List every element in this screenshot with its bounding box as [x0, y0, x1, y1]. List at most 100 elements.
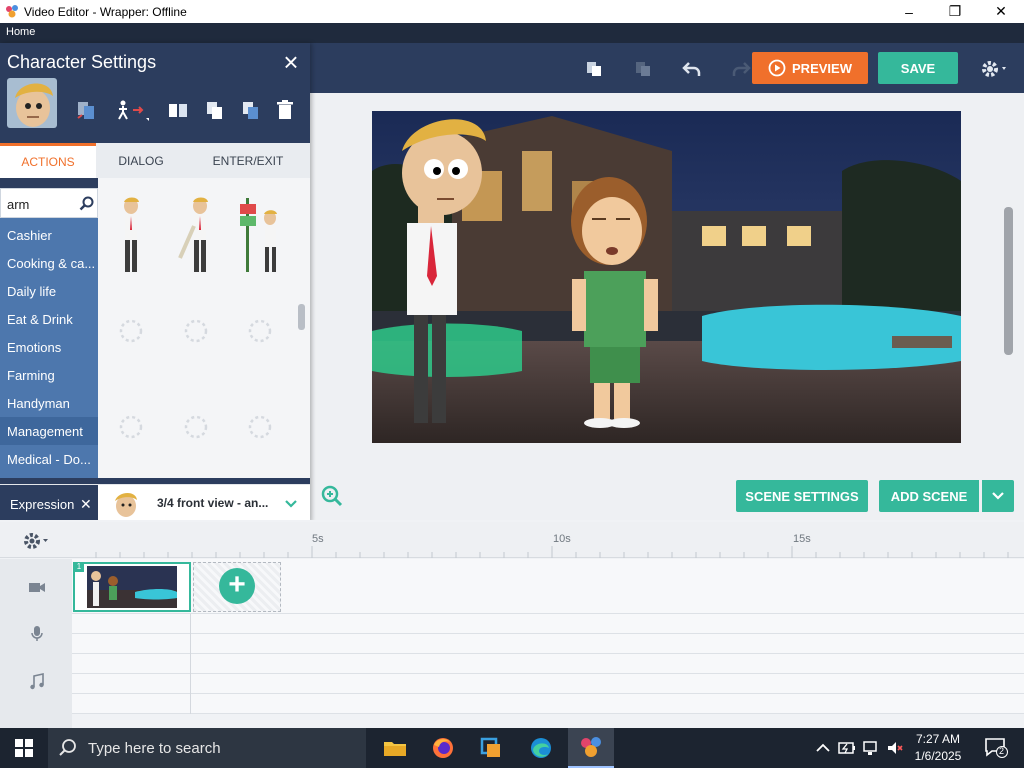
edge-browser-icon[interactable]	[518, 728, 564, 768]
tab-actions[interactable]: ACTIONS	[0, 143, 96, 178]
undo-icon[interactable]	[680, 57, 704, 81]
flip-icon[interactable]	[166, 98, 190, 122]
scene-canvas[interactable]	[372, 111, 961, 443]
action-thumb-point[interactable]	[176, 196, 216, 276]
music-note-icon	[30, 673, 44, 690]
scene-thumbnail[interactable]	[73, 562, 191, 612]
scene-thumbnail-image	[75, 564, 189, 610]
clock-time: 7:27 AM	[915, 732, 961, 746]
menu-home[interactable]: Home	[6, 26, 35, 38]
app-logo-icon	[6, 5, 18, 18]
save-button[interactable]: SAVE	[878, 52, 958, 84]
windows-logo-icon	[15, 739, 33, 757]
taskbar-clock[interactable]: 7:27 AM 1/6/2025	[908, 731, 968, 765]
stage-scrollbar[interactable]	[1004, 207, 1013, 355]
add-scene-dropdown[interactable]	[982, 480, 1014, 512]
firefox-icon[interactable]	[420, 728, 466, 768]
notification-center-icon[interactable]: 2	[984, 737, 1008, 759]
preview-label: PREVIEW	[792, 60, 852, 76]
window-titlebar: Video Editor - Wrapper: Offline – ❐ ✕	[0, 0, 1024, 23]
timeline-settings-gear-icon[interactable]	[22, 531, 50, 551]
category-item-cashier[interactable]: Cashier	[0, 221, 98, 249]
category-item-management[interactable]: Management	[0, 417, 98, 445]
chevron-down-icon[interactable]	[283, 496, 299, 512]
expression-value[interactable]: 3/4 front view - an...	[157, 496, 268, 510]
category-item-medical[interactable]: Medical - Do...	[0, 445, 98, 473]
action-thumb-stand[interactable]	[116, 196, 146, 276]
action-search-input[interactable]	[7, 195, 75, 213]
tab-enter-exit[interactable]: ENTER/EXIT	[186, 143, 310, 178]
video-editor-taskbar-icon[interactable]	[568, 728, 614, 768]
category-item-handyman[interactable]: Handyman	[0, 389, 98, 417]
category-item-eat-drink[interactable]: Eat & Drink	[0, 305, 98, 333]
search-icon[interactable]	[79, 196, 95, 212]
menu-bar: Home	[0, 23, 1024, 43]
play-circle-icon	[768, 59, 786, 77]
loading-spinner-icon	[248, 319, 272, 343]
network-icon[interactable]	[862, 739, 880, 757]
tick-label-5s: 5s	[312, 533, 324, 545]
action-grid-scrollbar[interactable]	[298, 304, 305, 330]
loading-spinner-icon	[119, 415, 143, 439]
battery-icon[interactable]	[838, 739, 856, 757]
layer-order-icon[interactable]	[239, 98, 263, 122]
panel-tabs: ACTIONS DIALOG ENTER/EXIT	[0, 143, 310, 178]
tick-label-15s: 15s	[793, 533, 811, 545]
camera-icon	[29, 583, 45, 592]
action-search-box	[0, 188, 98, 218]
scene-number-badge: 1	[74, 562, 84, 572]
category-item-daily-life[interactable]: Daily life	[0, 277, 98, 305]
search-icon	[59, 739, 76, 756]
taskbar-search-box[interactable]: Type here to search	[48, 728, 366, 768]
swap-character-icon[interactable]	[74, 98, 98, 122]
expression-face-icon	[115, 492, 137, 517]
zoom-in-icon[interactable]	[320, 484, 344, 508]
close-window-button[interactable]: ✕	[978, 0, 1024, 23]
action-grid	[98, 178, 310, 478]
start-button[interactable]	[0, 728, 48, 768]
minimize-button[interactable]: –	[886, 0, 932, 23]
loading-spinner-icon	[248, 415, 272, 439]
clock-date: 1/6/2025	[914, 749, 962, 763]
volume-muted-icon[interactable]	[886, 739, 904, 757]
category-item-cooking[interactable]: Cooking & ca...	[0, 249, 98, 277]
duplicate-icon[interactable]	[203, 98, 227, 122]
category-item-emotions[interactable]: Emotions	[0, 333, 98, 361]
delete-trash-icon[interactable]	[273, 98, 297, 122]
redo-icon[interactable]	[729, 57, 753, 81]
microphone-icon	[31, 626, 43, 641]
add-scene-button[interactable]: ADD SCENE	[879, 480, 979, 512]
character-avatar[interactable]	[7, 78, 57, 128]
notification-count: 2	[999, 746, 1005, 756]
taskbar-search-placeholder: Type here to search	[88, 739, 221, 757]
panel-close-icon[interactable]: ×	[278, 49, 304, 75]
action-thumb-sign[interactable]	[234, 196, 284, 276]
scene-background-image	[372, 111, 961, 443]
music-track[interactable]	[72, 694, 1024, 714]
timeline-ruler[interactable]	[0, 522, 1024, 558]
scene-settings-button[interactable]: SCENE SETTINGS	[736, 480, 868, 512]
chevron-up-icon[interactable]	[814, 739, 832, 757]
loading-spinner-icon	[184, 415, 208, 439]
voice-track[interactable]	[72, 634, 1024, 654]
track-divider	[190, 614, 191, 714]
music-track[interactable]	[72, 654, 1024, 674]
app-window-icon[interactable]	[468, 728, 514, 768]
maximize-button[interactable]: ❐	[932, 0, 978, 23]
loading-spinner-icon	[184, 319, 208, 343]
music-track[interactable]	[72, 674, 1024, 694]
preview-button[interactable]: PREVIEW	[752, 52, 868, 84]
ruler-ticks	[95, 546, 1009, 558]
category-item-farming[interactable]: Farming	[0, 361, 98, 389]
loading-spinner-icon	[119, 319, 143, 343]
add-scene-plus-icon[interactable]: +	[219, 568, 255, 604]
paste-icon[interactable]	[631, 57, 655, 81]
settings-gear-icon[interactable]	[978, 57, 1012, 81]
voice-track[interactable]	[72, 614, 1024, 634]
walk-motion-icon[interactable]	[113, 98, 149, 122]
file-explorer-icon[interactable]	[372, 728, 418, 768]
expression-remove-icon[interactable]: ✕	[80, 485, 92, 523]
copy-icon[interactable]	[582, 57, 606, 81]
window-title: Video Editor - Wrapper: Offline	[24, 5, 187, 19]
tab-dialog[interactable]: DIALOG	[96, 143, 186, 178]
